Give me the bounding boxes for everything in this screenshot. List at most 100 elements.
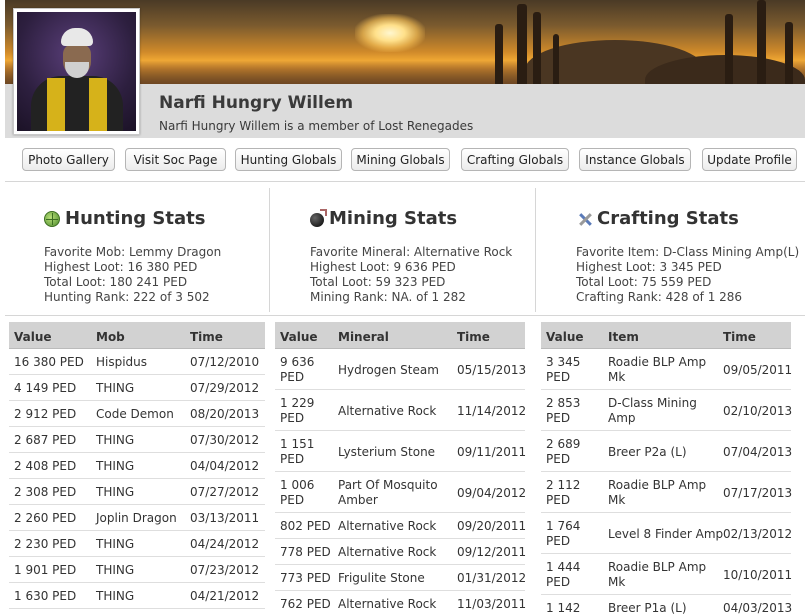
column-header[interactable]: Item — [608, 330, 639, 344]
row-name: D-Class Mining Amp — [608, 396, 697, 425]
table-row[interactable]: 802 PED Alternative Rock 09/20/2011 — [275, 514, 526, 539]
row-name: Part Of Mosquito Amber — [338, 478, 438, 507]
column-header[interactable]: Value — [280, 330, 318, 344]
table-row[interactable]: 2 230 PED THING 04/24/2012 — [9, 532, 265, 557]
row-time: 03/13/2011 — [190, 511, 260, 525]
avatar[interactable] — [13, 8, 140, 135]
row-name: Hispidus — [96, 355, 148, 369]
mining-globals-button[interactable]: Mining Globals — [351, 148, 450, 171]
row-value: 1 764 PED — [546, 519, 581, 548]
column-header[interactable]: Mineral — [338, 330, 389, 344]
favorite-item: Favorite Item: D-Class Mining Amp(L) — [576, 245, 800, 259]
row-name: THING — [96, 433, 135, 447]
mining-stats-panel: Mining Stats Favorite Mineral: Alternati… — [310, 188, 530, 312]
player-name: Narfi Hungry Willem — [159, 93, 354, 113]
row-value: 3 345 PED — [546, 355, 581, 384]
row-name: Roadie BLP Amp Mk — [608, 478, 707, 507]
column-header[interactable]: Mob — [96, 330, 125, 344]
row-time: 09/04/2012 — [457, 486, 527, 500]
table-row[interactable]: 778 PED Alternative Rock 09/12/2011 — [275, 540, 526, 565]
table-row[interactable]: 3 345 PED Roadie BLP Amp Mk 09/05/2011 — [541, 350, 792, 390]
table-row[interactable]: 2 687 PED THING 07/30/2012 — [9, 428, 265, 453]
mining-highest-loot: Highest Loot: 9 636 PED — [310, 260, 456, 274]
crafting-stats-panel: Crafting Stats Favorite Item: D-Class Mi… — [576, 188, 804, 312]
crafting-table-header: Value Item Time — [541, 322, 791, 349]
row-value: 2 687 PED — [14, 433, 77, 447]
crafting-globals-button[interactable]: Crafting Globals — [461, 148, 569, 171]
table-row[interactable]: 2 853 PED D-Class Mining Amp 02/10/2013 — [541, 391, 793, 431]
row-time: 01/31/2012 — [457, 571, 527, 585]
table-row[interactable]: 16 380 PED Hispidus 07/12/2010 — [9, 350, 265, 375]
column-header[interactable]: Value — [546, 330, 584, 344]
row-time: 07/12/2010 — [190, 355, 260, 369]
row-name: THING — [96, 537, 135, 551]
hunting-total-loot: Total Loot: 180 241 PED — [44, 275, 188, 289]
crafting-rank: Crafting Rank: 428 of 1 286 — [576, 290, 743, 304]
row-name: Joplin Dragon — [96, 511, 177, 525]
tools-icon — [576, 211, 592, 227]
table-row[interactable]: 1 006 PED Part Of Mosquito Amber 09/04/201… — [275, 473, 527, 513]
row-name: THING — [96, 459, 135, 473]
table-row[interactable]: 2 112 PED Roadie BLP Amp Mk 07/17/2013 — [541, 473, 793, 513]
update-profile-button[interactable]: Update Profile — [702, 148, 797, 171]
row-name: Alternative Rock — [338, 519, 437, 533]
row-value: 1 229 PED — [280, 396, 315, 425]
table-row[interactable]: 1 229 PED Alternative Rock 11/14/2012 — [275, 391, 526, 431]
table-row[interactable]: 1 444 PED Roadie BLP Amp Mk 10/10/2011 — [541, 555, 792, 595]
table-row[interactable]: 2 260 PED Joplin Dragon 03/13/2011 — [9, 506, 265, 531]
row-time: 04/24/2012 — [190, 537, 260, 551]
table-row[interactable]: 773 PED Frigulite Stone 01/31/2012 — [275, 566, 527, 591]
favorite-mineral: Favorite Mineral: Alternative Rock — [310, 245, 513, 259]
crafting-highest-loot: Highest Loot: 3 345 PED — [576, 260, 722, 274]
mining-stats-title: Mining Stats — [329, 208, 458, 229]
row-value: 1 006 PED — [280, 478, 315, 507]
row-name: Lysterium Stone — [338, 445, 436, 459]
table-row[interactable]: 1 901 PED THING 07/23/2012 — [9, 558, 265, 583]
row-name: Frigulite Stone — [338, 571, 425, 585]
row-name: Level 8 Finder Amp — [608, 527, 724, 541]
hunting-rank: Hunting Rank: 222 of 3 502 — [44, 290, 210, 304]
row-value: 2 408 PED — [14, 459, 77, 473]
row-value: 16 380 PED — [14, 355, 84, 369]
row-time: 07/17/2013 — [723, 486, 793, 500]
table-row[interactable]: 2 912 PED Code Demon 08/20/2013 — [9, 402, 265, 427]
column-header[interactable]: Time — [457, 330, 490, 344]
table-row[interactable]: 4 149 PED THING 07/29/2012 — [9, 376, 265, 401]
crosshair-globe-icon — [44, 210, 60, 227]
row-time: 02/10/2013 — [723, 404, 793, 418]
table-row[interactable]: 1 142 Breer P1a (L) 04/03/2013 — [541, 596, 792, 614]
row-name: THING — [96, 563, 135, 577]
table-row[interactable]: 1 764 PED Level 8 Finder Amp 02/13/2012 — [541, 514, 792, 554]
hunting-stats-panel: Hunting Stats Favorite Mob: Lemmy Dragon… — [44, 188, 264, 312]
row-value: 1 142 — [546, 601, 581, 614]
hunting-highest-loot: Highest Loot: 16 380 PED — [44, 260, 198, 274]
instance-globals-button[interactable]: Instance Globals — [579, 148, 691, 171]
table-row[interactable]: 762 PED Alternative Rock 11/03/2011 — [275, 592, 526, 614]
row-value: 773 PED — [280, 571, 331, 585]
row-value: 9 636 PED — [280, 355, 315, 384]
row-value: 802 PED — [280, 519, 331, 533]
visit-soc-page-button[interactable]: Visit Soc Page — [125, 148, 226, 171]
row-name: Roadie BLP Amp Mk — [608, 560, 707, 589]
table-row[interactable]: 9 636 PED Hydrogen Steam 05/15/2013 — [275, 350, 527, 390]
table-row[interactable]: 2 408 PED THING 04/04/2012 — [9, 454, 265, 479]
table-row[interactable]: 1 630 PED THING 04/21/2012 — [9, 584, 265, 609]
hunting-stats-title: Hunting Stats — [65, 208, 206, 229]
sun-decoration — [355, 14, 425, 52]
hunting-globals-button[interactable]: Hunting Globals — [235, 148, 342, 171]
table-row[interactable]: 2 689 PED Breer P2a (L) 07/04/2013 — [541, 432, 792, 472]
column-header[interactable]: Time — [190, 330, 223, 344]
divider — [5, 181, 805, 182]
table-row[interactable]: 2 308 PED THING 07/27/2012 — [9, 480, 265, 505]
column-header[interactable]: Time — [723, 330, 756, 344]
row-time: 07/29/2012 — [190, 381, 260, 395]
bomb-icon — [310, 208, 327, 227]
row-name: Alternative Rock — [338, 404, 437, 418]
row-name: Code Demon — [96, 407, 174, 421]
table-row[interactable]: 1 151 PED Lysterium Stone 09/11/2011 — [275, 432, 526, 472]
mining-table-header: Value Mineral Time — [275, 322, 525, 349]
row-time: 05/15/2013 — [457, 363, 527, 377]
column-header[interactable]: Value — [14, 330, 52, 344]
photo-gallery-button[interactable]: Photo Gallery — [22, 148, 115, 171]
row-name: THING — [96, 589, 135, 603]
